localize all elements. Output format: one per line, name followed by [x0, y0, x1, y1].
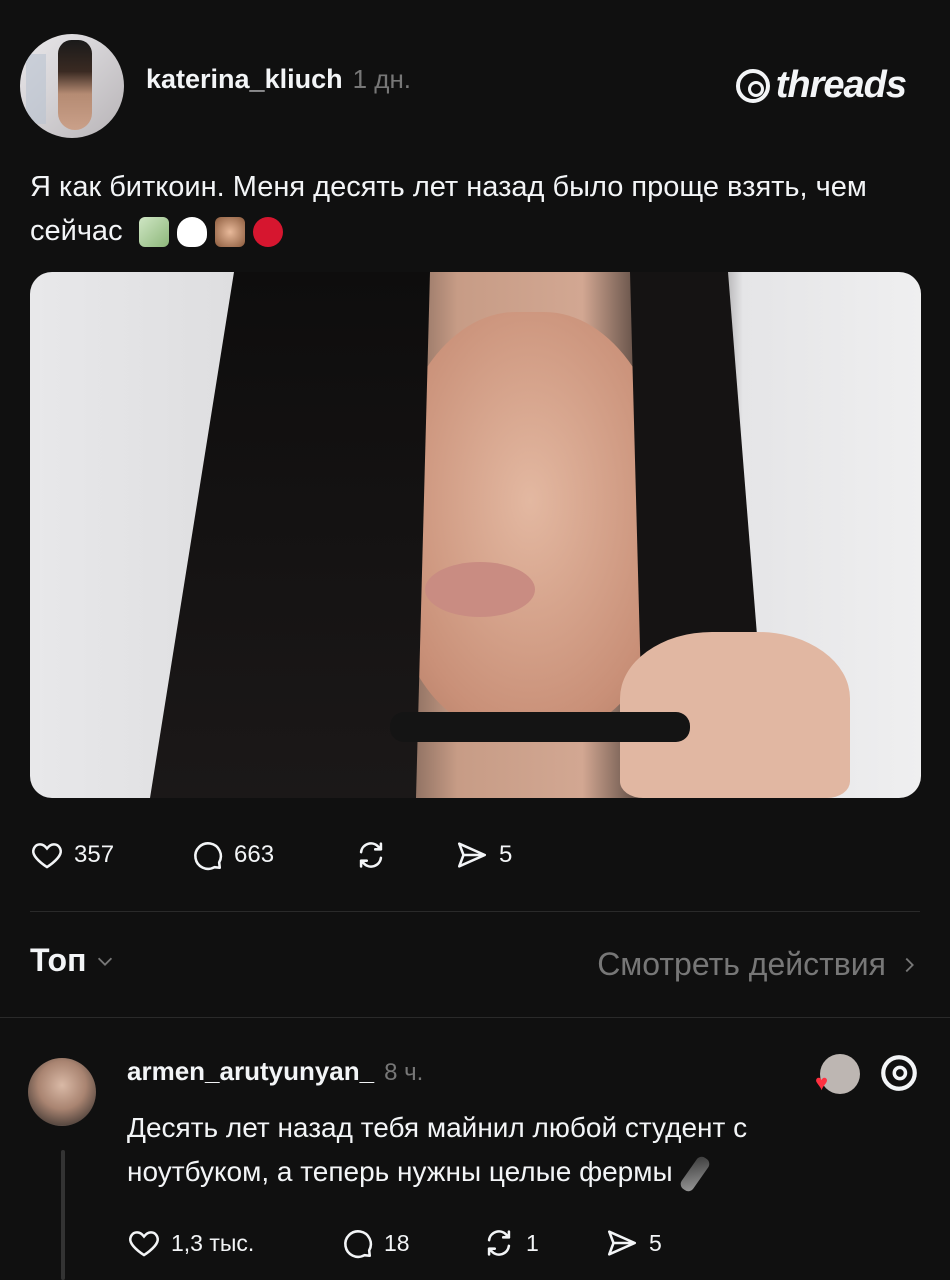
money-wings-emoji — [138, 217, 169, 248]
share-button[interactable]: 5 — [455, 838, 512, 872]
reply-time: 8 ч. — [384, 1059, 424, 1086]
post-time: 1 дн. — [352, 64, 412, 94]
heart-icon — [129, 1231, 159, 1257]
threads-logo-icon — [735, 68, 770, 103]
reply-share-button[interactable]: 5 — [605, 1226, 662, 1260]
reply-username[interactable]: armen_arutyunyan_ — [127, 1056, 374, 1087]
heart-icon — [32, 843, 62, 869]
sort-dropdown[interactable]: Топ — [30, 942, 116, 979]
electric-plug-emoji — [678, 1154, 713, 1194]
chevron-down-icon — [98, 957, 113, 966]
repost-button[interactable] — [354, 838, 388, 872]
kiss-mark-emoji — [252, 217, 283, 248]
thread-line — [61, 1150, 65, 1280]
reply-repost-button[interactable]: 1 — [482, 1226, 539, 1260]
like-button[interactable]: 357 — [30, 838, 114, 872]
threads-badge-icon[interactable] — [878, 1052, 920, 1094]
reply-header: armen_arutyunyan_ 8 ч. — [127, 1056, 423, 1087]
author-liked-heart-icon: ♥ — [814, 1070, 828, 1095]
send-icon — [457, 842, 487, 868]
reply-comment-button[interactable]: 18 — [340, 1226, 410, 1260]
reply-text-body: Десять лет назад тебя майнил любой студе… — [127, 1112, 748, 1187]
post-image[interactable] — [30, 272, 921, 798]
reply-like-button[interactable]: 1,3 тыс. — [127, 1226, 254, 1260]
white-heart-emoji — [176, 217, 207, 248]
actions-divider — [30, 911, 920, 912]
post-author-avatar[interactable] — [20, 34, 124, 138]
comment-icon — [194, 842, 223, 871]
comment-icon — [344, 1230, 373, 1259]
post-username[interactable]: katerina_kliuch — [146, 64, 343, 95]
send-icon — [607, 1230, 637, 1256]
reply-comment-count: 18 — [384, 1229, 410, 1256]
comment-button[interactable]: 663 — [190, 838, 274, 872]
threads-logo-text: threads — [775, 64, 907, 106]
share-count: 5 — [499, 841, 513, 868]
reply-author-avatar[interactable] — [28, 1058, 96, 1126]
repost-icon — [487, 1230, 511, 1256]
repost-icon — [359, 842, 383, 868]
post-header: katerina_kliuch 1 дн. — [146, 64, 411, 95]
see-no-evil-monkey-emoji — [214, 217, 245, 248]
reply-repost-count: 1 — [526, 1229, 539, 1256]
view-activity-link[interactable]: Смотреть действия — [597, 946, 920, 983]
post-text: Я как биткоин. Меня десять лет назад был… — [30, 165, 920, 253]
reply-text: Десять лет назад тебя майнил любой студе… — [127, 1106, 887, 1194]
like-count: 357 — [74, 841, 115, 868]
threads-logo: threads — [735, 64, 907, 107]
reply-share-count: 5 — [649, 1229, 662, 1256]
chevron-right-icon — [905, 957, 914, 972]
section-divider — [0, 1017, 950, 1018]
post-emojis — [138, 217, 283, 248]
comment-count: 663 — [234, 841, 275, 868]
view-activity-label: Смотреть действия — [597, 946, 886, 982]
sort-label: Топ — [30, 942, 87, 978]
reply-like-count: 1,3 тыс. — [171, 1229, 255, 1256]
